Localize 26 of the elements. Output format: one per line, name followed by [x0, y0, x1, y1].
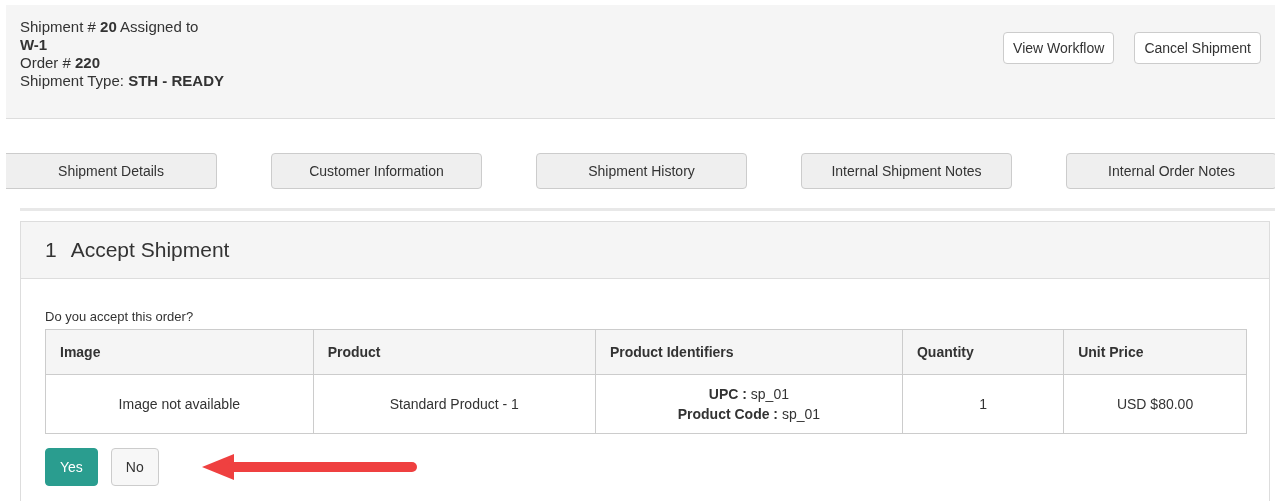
header-button[interactable]: View Workflow: [1003, 32, 1115, 64]
column-header: Image: [45, 329, 314, 375]
shipment-info: Shipment # 20 Assigned to: [20, 18, 200, 36]
table-cell: 1: [902, 374, 1064, 434]
identifier-text: Product Code : sp_01: [677, 405, 821, 424]
column-header: Product: [313, 329, 596, 375]
column-header: Product Identifiers: [595, 329, 903, 375]
column-header: Unit Price: [1063, 329, 1247, 375]
identifier-text: UPC : sp_01: [708, 385, 789, 404]
table-cell: USD $80.00: [1063, 374, 1247, 434]
table-cell: Image not available: [45, 374, 314, 434]
step-number: 1: [45, 238, 57, 262]
shipment-info: Order # 220: [20, 54, 102, 72]
shipment-info: Shipment Type: STH - READY: [20, 72, 224, 90]
tab[interactable]: Internal Order Notes: [1066, 153, 1275, 189]
tab[interactable]: Shipment Details: [6, 153, 217, 189]
header-button[interactable]: Cancel Shipment: [1134, 32, 1261, 64]
answer-button[interactable]: No: [110, 448, 159, 486]
step-title: Accept Shipment: [70, 238, 230, 262]
tab[interactable]: Internal Shipment Notes: [801, 153, 1012, 189]
question-text: Do you accept this order?: [45, 309, 194, 324]
tab[interactable]: Shipment History: [536, 153, 747, 189]
tab[interactable]: Customer Information: [271, 153, 482, 189]
table-cell: Standard Product - 1: [313, 374, 596, 434]
column-header: Quantity: [902, 329, 1064, 375]
shipment-info: W-1: [20, 36, 49, 54]
